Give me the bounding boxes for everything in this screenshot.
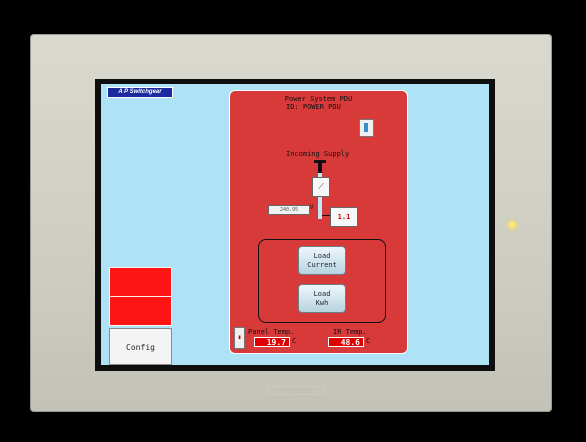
status-button-2[interactable] — [109, 296, 172, 326]
load-group: Load Current Load Kwh — [258, 239, 386, 323]
power-led-icon — [509, 222, 515, 228]
hmi-screen: A P Switchgear Config Power System PDU I… — [101, 84, 489, 365]
voltage-readout: 240.95 — [268, 205, 310, 215]
status-button-1[interactable] — [109, 267, 172, 297]
thermometer-icon[interactable]: ▮ — [234, 327, 245, 349]
panel-title: Power System PDU — [284, 95, 353, 103]
ir-temp-value: 48.6 — [328, 337, 364, 347]
energy-meter-icon[interactable]: 1.1 — [330, 207, 358, 227]
ir-temp-unit: C — [366, 337, 371, 345]
load-kwh-button[interactable]: Load Kwh — [298, 284, 346, 313]
panel-id: ID: POWER PDU — [286, 103, 341, 111]
load-current-button[interactable]: Load Current — [298, 246, 346, 275]
bezel-brand-logo: Pro-face — [267, 386, 325, 395]
panel-temp-unit: C — [292, 337, 297, 345]
load-current-line2: Current — [307, 260, 337, 269]
ir-temp-label: IR Temp. — [333, 328, 367, 336]
load-kwh-line2: Kwh — [315, 298, 329, 307]
door-icon[interactable] — [359, 119, 374, 137]
meter-link — [322, 215, 330, 216]
load-current-line1: Load — [313, 251, 331, 260]
voltage-unit: V — [310, 204, 314, 211]
config-button[interactable]: Config — [109, 328, 172, 365]
supply-stem — [318, 163, 322, 173]
breaker-icon[interactable]: ⟋ — [312, 177, 330, 197]
company-logo: A P Switchgear — [107, 87, 173, 98]
incoming-supply-label: Incoming Supply — [286, 150, 350, 158]
panel-temp-value: 19.7 — [254, 337, 290, 347]
load-kwh-line1: Load — [313, 289, 331, 298]
pdu-panel: Power System PDU ID: POWER PDU Incoming … — [229, 90, 408, 354]
panel-temp-label: Panel Temp. — [248, 328, 295, 336]
